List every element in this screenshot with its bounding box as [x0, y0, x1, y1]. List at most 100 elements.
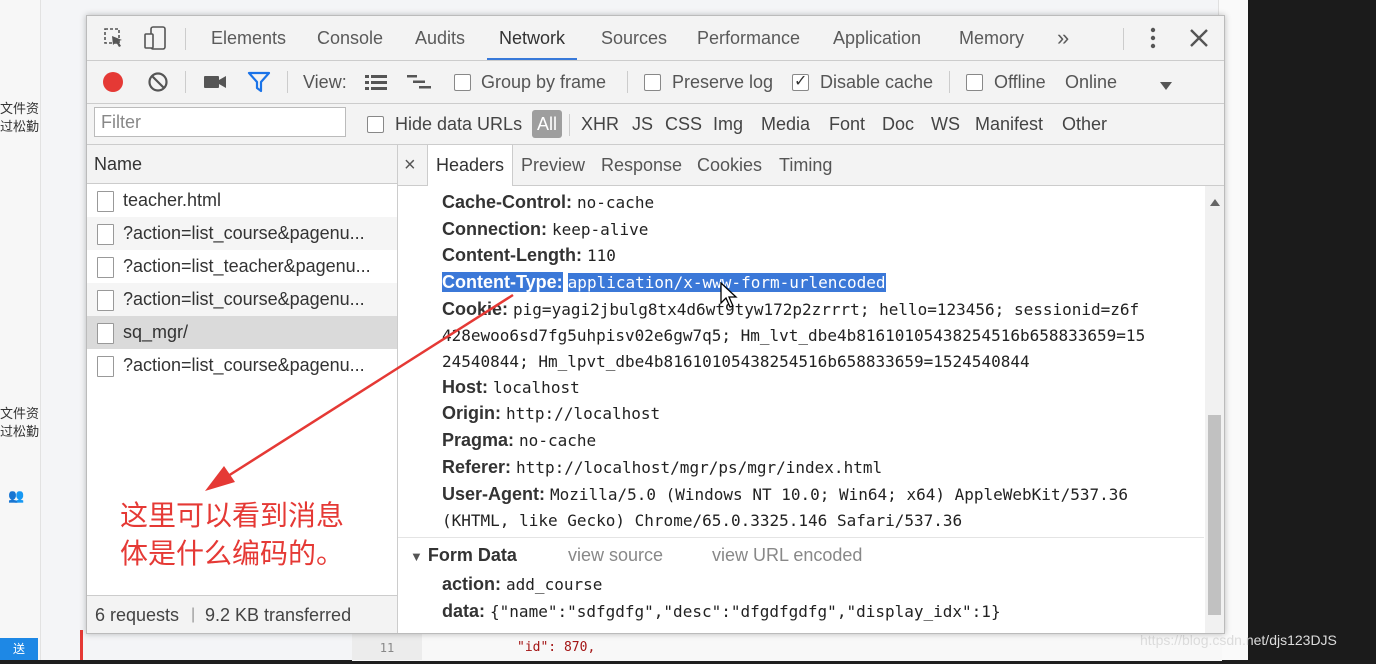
device-toolbar-icon[interactable] [143, 26, 169, 55]
tab-divider [1123, 28, 1124, 50]
section-divider [398, 537, 1204, 538]
file-icon [97, 257, 114, 278]
filter-type-manifest[interactable]: Manifest [975, 104, 1043, 144]
header-row: Host: localhost [442, 374, 580, 401]
hide-data-urls-label: Hide data URLs [395, 114, 523, 134]
waterfall-icon[interactable] [407, 74, 433, 95]
clear-icon[interactable] [147, 71, 169, 98]
tab-cookies[interactable]: Cookies [697, 145, 762, 185]
request-name: ?action=list_course&pagenu... [123, 289, 365, 309]
close-details-icon[interactable]: × [404, 145, 416, 185]
status-separator: | [191, 606, 196, 623]
send-button[interactable]: 送 [0, 638, 38, 660]
header-row: Referer: http://localhost/mgr/ps/mgr/ind… [442, 454, 882, 481]
more-tabs-button[interactable]: » [1057, 16, 1069, 60]
filter-type-doc[interactable]: Doc [882, 104, 914, 144]
form-data-value: {"name":"sdfgdfg","desc":"dfgdfgdfg","di… [490, 602, 1001, 621]
request-details: × Headers Preview Response Cookies Timin… [398, 145, 1224, 633]
tab-divider [185, 71, 186, 93]
scroll-up-arrow-icon[interactable] [1210, 193, 1220, 211]
header-value: (KHTML, like Gecko) Chrome/65.0.3325.146… [442, 511, 963, 530]
filter-funnel-icon[interactable] [247, 71, 271, 98]
filter-bar: Hide data URLs All XHR JS CSS Img Media … [87, 104, 1224, 145]
scrollbar-thumb[interactable] [1208, 415, 1221, 615]
request-row[interactable]: teacher.html [87, 184, 397, 217]
tab-network[interactable]: Network [487, 16, 578, 60]
request-count: 6 requests [95, 605, 180, 625]
tab-application[interactable]: Application [833, 16, 921, 60]
tab-response[interactable]: Response [601, 145, 682, 185]
offline-label: Offline [994, 72, 1046, 92]
tab-console[interactable]: Console [317, 16, 383, 60]
header-row-continued: 428ewoo6sd7fg5uhpisv02e6gw7q5; Hm_lvt_db… [442, 322, 1145, 349]
request-row-selected[interactable]: sq_mgr/ [87, 316, 397, 349]
filter-type-css[interactable]: CSS [665, 104, 702, 144]
header-value: no-cache [519, 431, 597, 450]
triangle-down-icon: ▼ [410, 549, 423, 564]
tab-sources[interactable]: Sources [601, 16, 667, 60]
tab-headers[interactable]: Headers [427, 145, 514, 186]
tab-timing[interactable]: Timing [779, 145, 832, 185]
header-value: Mozilla/5.0 (Windows NT 10.0; Win64; x64… [550, 485, 1128, 504]
filter-type-font[interactable]: Font [829, 104, 865, 144]
form-data-row: action: add_course [442, 571, 602, 598]
close-devtools-icon[interactable] [1188, 27, 1210, 54]
header-key: Origin: [442, 403, 501, 423]
tab-audits[interactable]: Audits [415, 16, 465, 60]
file-icon [97, 323, 114, 344]
offline-checkbox[interactable] [966, 74, 983, 91]
header-key: Pragma: [442, 430, 515, 450]
view-source-link[interactable]: view source [568, 542, 663, 568]
disable-cache-label: Disable cache [820, 72, 934, 92]
request-row[interactable]: ?action=list_teacher&pagenu... [87, 250, 397, 283]
header-row: Content-Length: 110 [442, 242, 616, 269]
header-value: no-cache [577, 193, 655, 212]
filter-type-all[interactable]: All [532, 110, 563, 138]
request-row[interactable]: ?action=list_course&pagenu... [87, 349, 397, 382]
request-name: ?action=list_course&pagenu... [123, 355, 365, 375]
filter-type-ws[interactable]: WS [931, 104, 960, 144]
filter-type-js[interactable]: JS [632, 104, 653, 144]
tab-elements[interactable]: Elements [211, 16, 286, 60]
chevron-down-icon[interactable] [1159, 78, 1173, 96]
users-icon: 👥 [8, 488, 25, 503]
tab-memory[interactable]: Memory [959, 16, 1024, 60]
request-row[interactable]: ?action=list_course&pagenu... [87, 283, 397, 316]
background-dark-area [1248, 0, 1376, 660]
header-value: 24540844; Hm_lpvt_dbe4b81610105438254516… [442, 352, 1030, 371]
background-left-text: 文件资 过松勤 [0, 406, 40, 439]
inspect-element-icon[interactable] [103, 27, 125, 54]
filter-type-xhr[interactable]: XHR [581, 104, 619, 144]
tab-divider [185, 28, 186, 50]
disable-cache-checkbox[interactable] [792, 71, 809, 91]
preserve-log-checkbox[interactable] [644, 74, 661, 91]
throttling-select[interactable]: Online [1065, 61, 1117, 103]
tab-performance[interactable]: Performance [697, 16, 800, 60]
network-toolbar: View: Group by frame Preserve log Disabl… [87, 61, 1224, 104]
background-left-strip [0, 0, 41, 660]
code-line-number: 11 [352, 632, 422, 660]
view-url-encoded-link[interactable]: view URL encoded [712, 542, 862, 568]
filter-type-img[interactable]: Img [713, 104, 743, 144]
filter-input[interactable] [94, 107, 346, 137]
tab-preview[interactable]: Preview [521, 145, 585, 185]
tab-divider [627, 71, 628, 93]
filter-type-media[interactable]: Media [761, 104, 810, 144]
screenshot-camera-icon[interactable] [203, 73, 227, 96]
request-name: ?action=list_teacher&pagenu... [123, 256, 371, 276]
form-data-section-header[interactable]: ▼ Form Data [410, 542, 517, 570]
request-row[interactable]: ?action=list_course&pagenu... [87, 217, 397, 250]
filter-type-other[interactable]: Other [1062, 104, 1107, 144]
group-by-frame-label: Group by frame [481, 72, 607, 92]
header-row: Cookie: pig=yagi2jbulg8tx4d6wt9tyw172p2z… [442, 296, 1139, 323]
hide-data-urls-checkbox[interactable] [367, 116, 384, 133]
group-by-frame-checkbox[interactable] [454, 74, 471, 91]
background-left-text: 文件资 过松勤 [0, 101, 40, 134]
form-data-title: Form Data [427, 545, 517, 565]
name-column-header[interactable]: Name [87, 145, 397, 184]
network-status-bar: 6 requests | 9.2 KB transferred [87, 595, 397, 633]
record-icon[interactable] [103, 72, 123, 92]
kebab-menu-icon[interactable] [1149, 26, 1157, 55]
large-rows-icon[interactable] [365, 74, 387, 95]
header-key: Referer: [442, 457, 512, 477]
